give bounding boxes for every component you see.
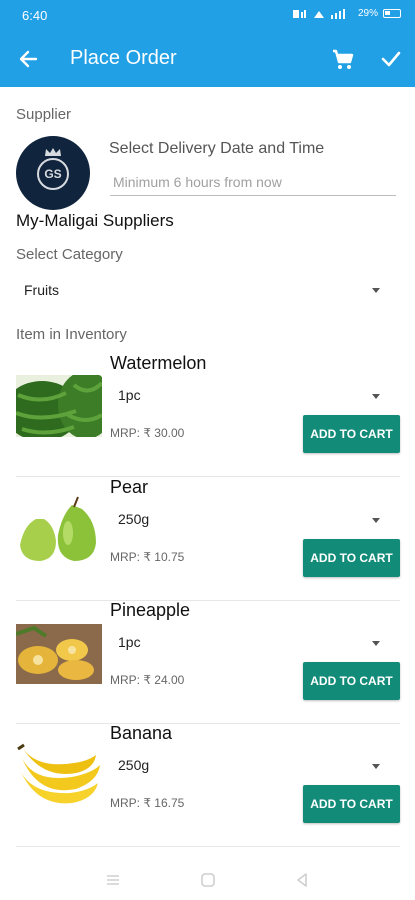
wifi-call-icon (313, 10, 324, 18)
back-nav-icon[interactable] (292, 870, 312, 890)
system-nav-bar (0, 862, 415, 900)
delivery-label: Select Delivery Date and Time (109, 140, 325, 157)
quantity-value: 1pc (118, 387, 141, 403)
inventory-label: Item in Inventory (16, 326, 127, 343)
quantity-value: 1pc (118, 634, 141, 650)
item-name: Watermelon (110, 353, 207, 373)
status-icons: 29% (292, 8, 401, 19)
chevron-down-icon (372, 518, 380, 523)
battery-icon (383, 9, 401, 18)
back-arrow-icon[interactable] (14, 44, 44, 74)
quantity-value: 250g (118, 757, 150, 773)
home-icon[interactable] (198, 870, 218, 890)
add-to-cart-button[interactable]: ADD TO CART (303, 785, 400, 823)
chevron-down-icon (372, 288, 380, 293)
item-name: Banana (110, 723, 173, 743)
chevron-down-icon (372, 394, 380, 399)
list-item: Pineapple 1pc MRP: ₹ 24.00 ADD TO CART (16, 600, 400, 724)
watermelon-image (16, 375, 102, 437)
menu-icon[interactable] (103, 870, 123, 890)
pear-image (16, 495, 102, 565)
crown-icon (45, 148, 61, 156)
delivery-datetime-field[interactable] (110, 168, 396, 196)
category-label: Select Category (16, 246, 123, 263)
supplier-logo: GS (16, 136, 90, 210)
lte-signal-icon (292, 9, 306, 18)
list-item: Banana 250g MRP: ₹ 16.75 ADD TO CART (16, 723, 400, 847)
item-mrp: MRP: ₹ 24.00 (110, 673, 185, 687)
chevron-down-icon (372, 764, 380, 769)
banana-image (16, 743, 102, 807)
quantity-select[interactable]: 1pc (110, 383, 382, 409)
quantity-value: 250g (118, 511, 150, 527)
battery-percent: 29% (357, 8, 378, 19)
item-name: Pineapple (110, 600, 191, 620)
add-to-cart-button[interactable]: ADD TO CART (303, 415, 400, 453)
item-mrp: MRP: ₹ 16.75 (110, 796, 185, 810)
list-item: Watermelon 1pc MRP: ₹ 30.00 ADD TO CART (16, 353, 400, 477)
category-select[interactable]: Fruits (16, 278, 391, 304)
pineapple-image (16, 624, 102, 684)
logo-monogram: GS (37, 158, 69, 190)
supplier-label: Supplier (16, 106, 72, 123)
divider (16, 846, 400, 847)
item-name: Pear (110, 477, 149, 497)
status-bar: 6:40 29% (0, 0, 415, 32)
signal-icon (330, 8, 345, 19)
quantity-select[interactable]: 250g (110, 753, 382, 779)
cart-icon[interactable] (330, 46, 356, 72)
chevron-down-icon (372, 641, 380, 646)
list-item: Pear 250g MRP: ₹ 10.75 ADD TO CART (16, 477, 400, 601)
add-to-cart-button[interactable]: ADD TO CART (303, 662, 400, 700)
quantity-select[interactable]: 250g (110, 507, 382, 533)
page-title: Place Order (70, 47, 177, 69)
quantity-select[interactable]: 1pc (110, 630, 382, 656)
check-icon[interactable] (378, 46, 404, 72)
supplier-name: My-Maligai Suppliers (16, 211, 174, 230)
item-mrp: MRP: ₹ 10.75 (110, 550, 185, 564)
add-to-cart-button[interactable]: ADD TO CART (303, 539, 400, 577)
category-value: Fruits (24, 282, 59, 298)
status-time: 6:40 (22, 8, 48, 23)
app-bar: Place Order (0, 32, 415, 87)
item-mrp: MRP: ₹ 30.00 (110, 426, 185, 440)
